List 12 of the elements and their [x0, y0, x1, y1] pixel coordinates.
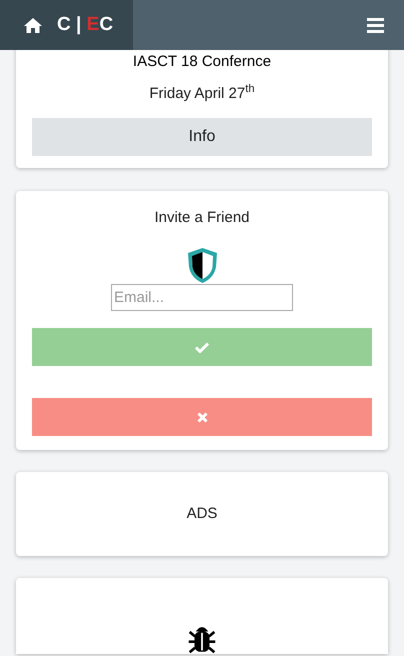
info-button[interactable]: Info: [32, 118, 372, 156]
menu-icon[interactable]: [367, 18, 384, 32]
shield-icon: [186, 247, 218, 284]
email-field[interactable]: Email...: [111, 284, 293, 311]
event-title: IASCT 18 Confernce: [132, 52, 272, 72]
invite-title: Invite a Friend: [154, 208, 250, 228]
home-icon[interactable]: [24, 18, 42, 32]
event-date: Friday April 27$^{th}$: [149, 84, 255, 104]
close-icon: [196, 412, 208, 422]
ads-label: ADS: [186, 504, 218, 524]
check-icon: [195, 342, 209, 352]
brand-logo[interactable]: C | EC: [57, 10, 114, 40]
